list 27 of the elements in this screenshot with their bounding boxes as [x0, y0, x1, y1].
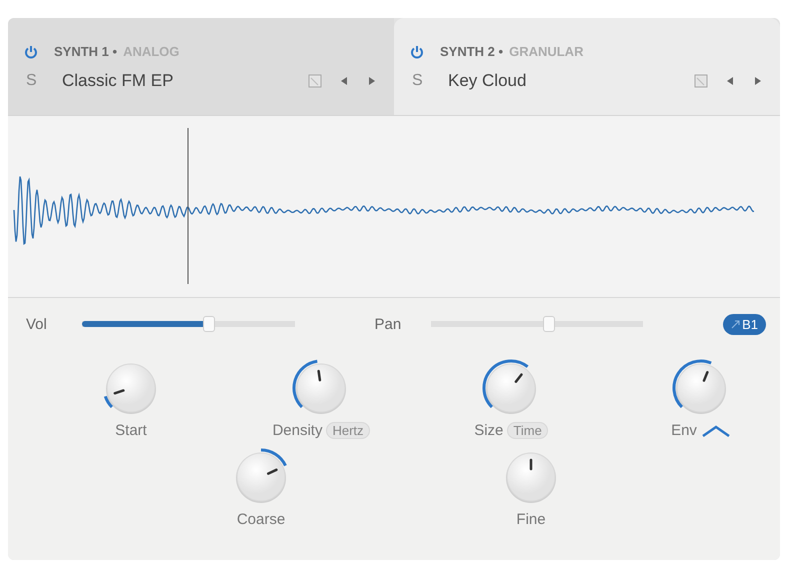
preset-name[interactable]: Classic FM EP — [62, 71, 292, 91]
unit-tag[interactable]: Hertz — [326, 422, 370, 439]
next-icon[interactable] — [368, 76, 376, 86]
slider-thumb[interactable] — [542, 316, 555, 332]
slider-label: Vol — [26, 316, 48, 332]
knob-label: Start — [115, 422, 147, 439]
link-badge[interactable]: B1 — [723, 314, 766, 334]
preset-name[interactable]: Key Cloud — [448, 71, 678, 91]
caret-icon[interactable] — [700, 424, 731, 436]
synth-tab[interactable]: SYNTH 2 • GRANULAR S Key Cloud — [394, 18, 780, 115]
engine-name: GRANULAR — [509, 44, 584, 59]
knob-label: Size — [474, 422, 504, 439]
power-icon[interactable] — [24, 44, 38, 58]
knob-label: Coarse — [236, 511, 286, 528]
slider-label: Pan — [374, 316, 402, 332]
previous-icon[interactable] — [340, 76, 348, 86]
unit-tag[interactable]: Time — [507, 422, 548, 439]
knob-label: Env — [671, 422, 697, 439]
knob-label: Density — [272, 422, 322, 439]
synth-name: SYNTH 1 • — [54, 44, 118, 59]
knob-label: Fine — [516, 511, 546, 528]
slider-thumb[interactable] — [203, 316, 216, 332]
synth-name: SYNTH 2 • — [440, 44, 504, 59]
previous-icon[interactable] — [726, 76, 734, 86]
power-icon[interactable] — [410, 44, 424, 58]
next-icon[interactable] — [754, 76, 762, 86]
solo-button[interactable]: S — [412, 72, 424, 90]
